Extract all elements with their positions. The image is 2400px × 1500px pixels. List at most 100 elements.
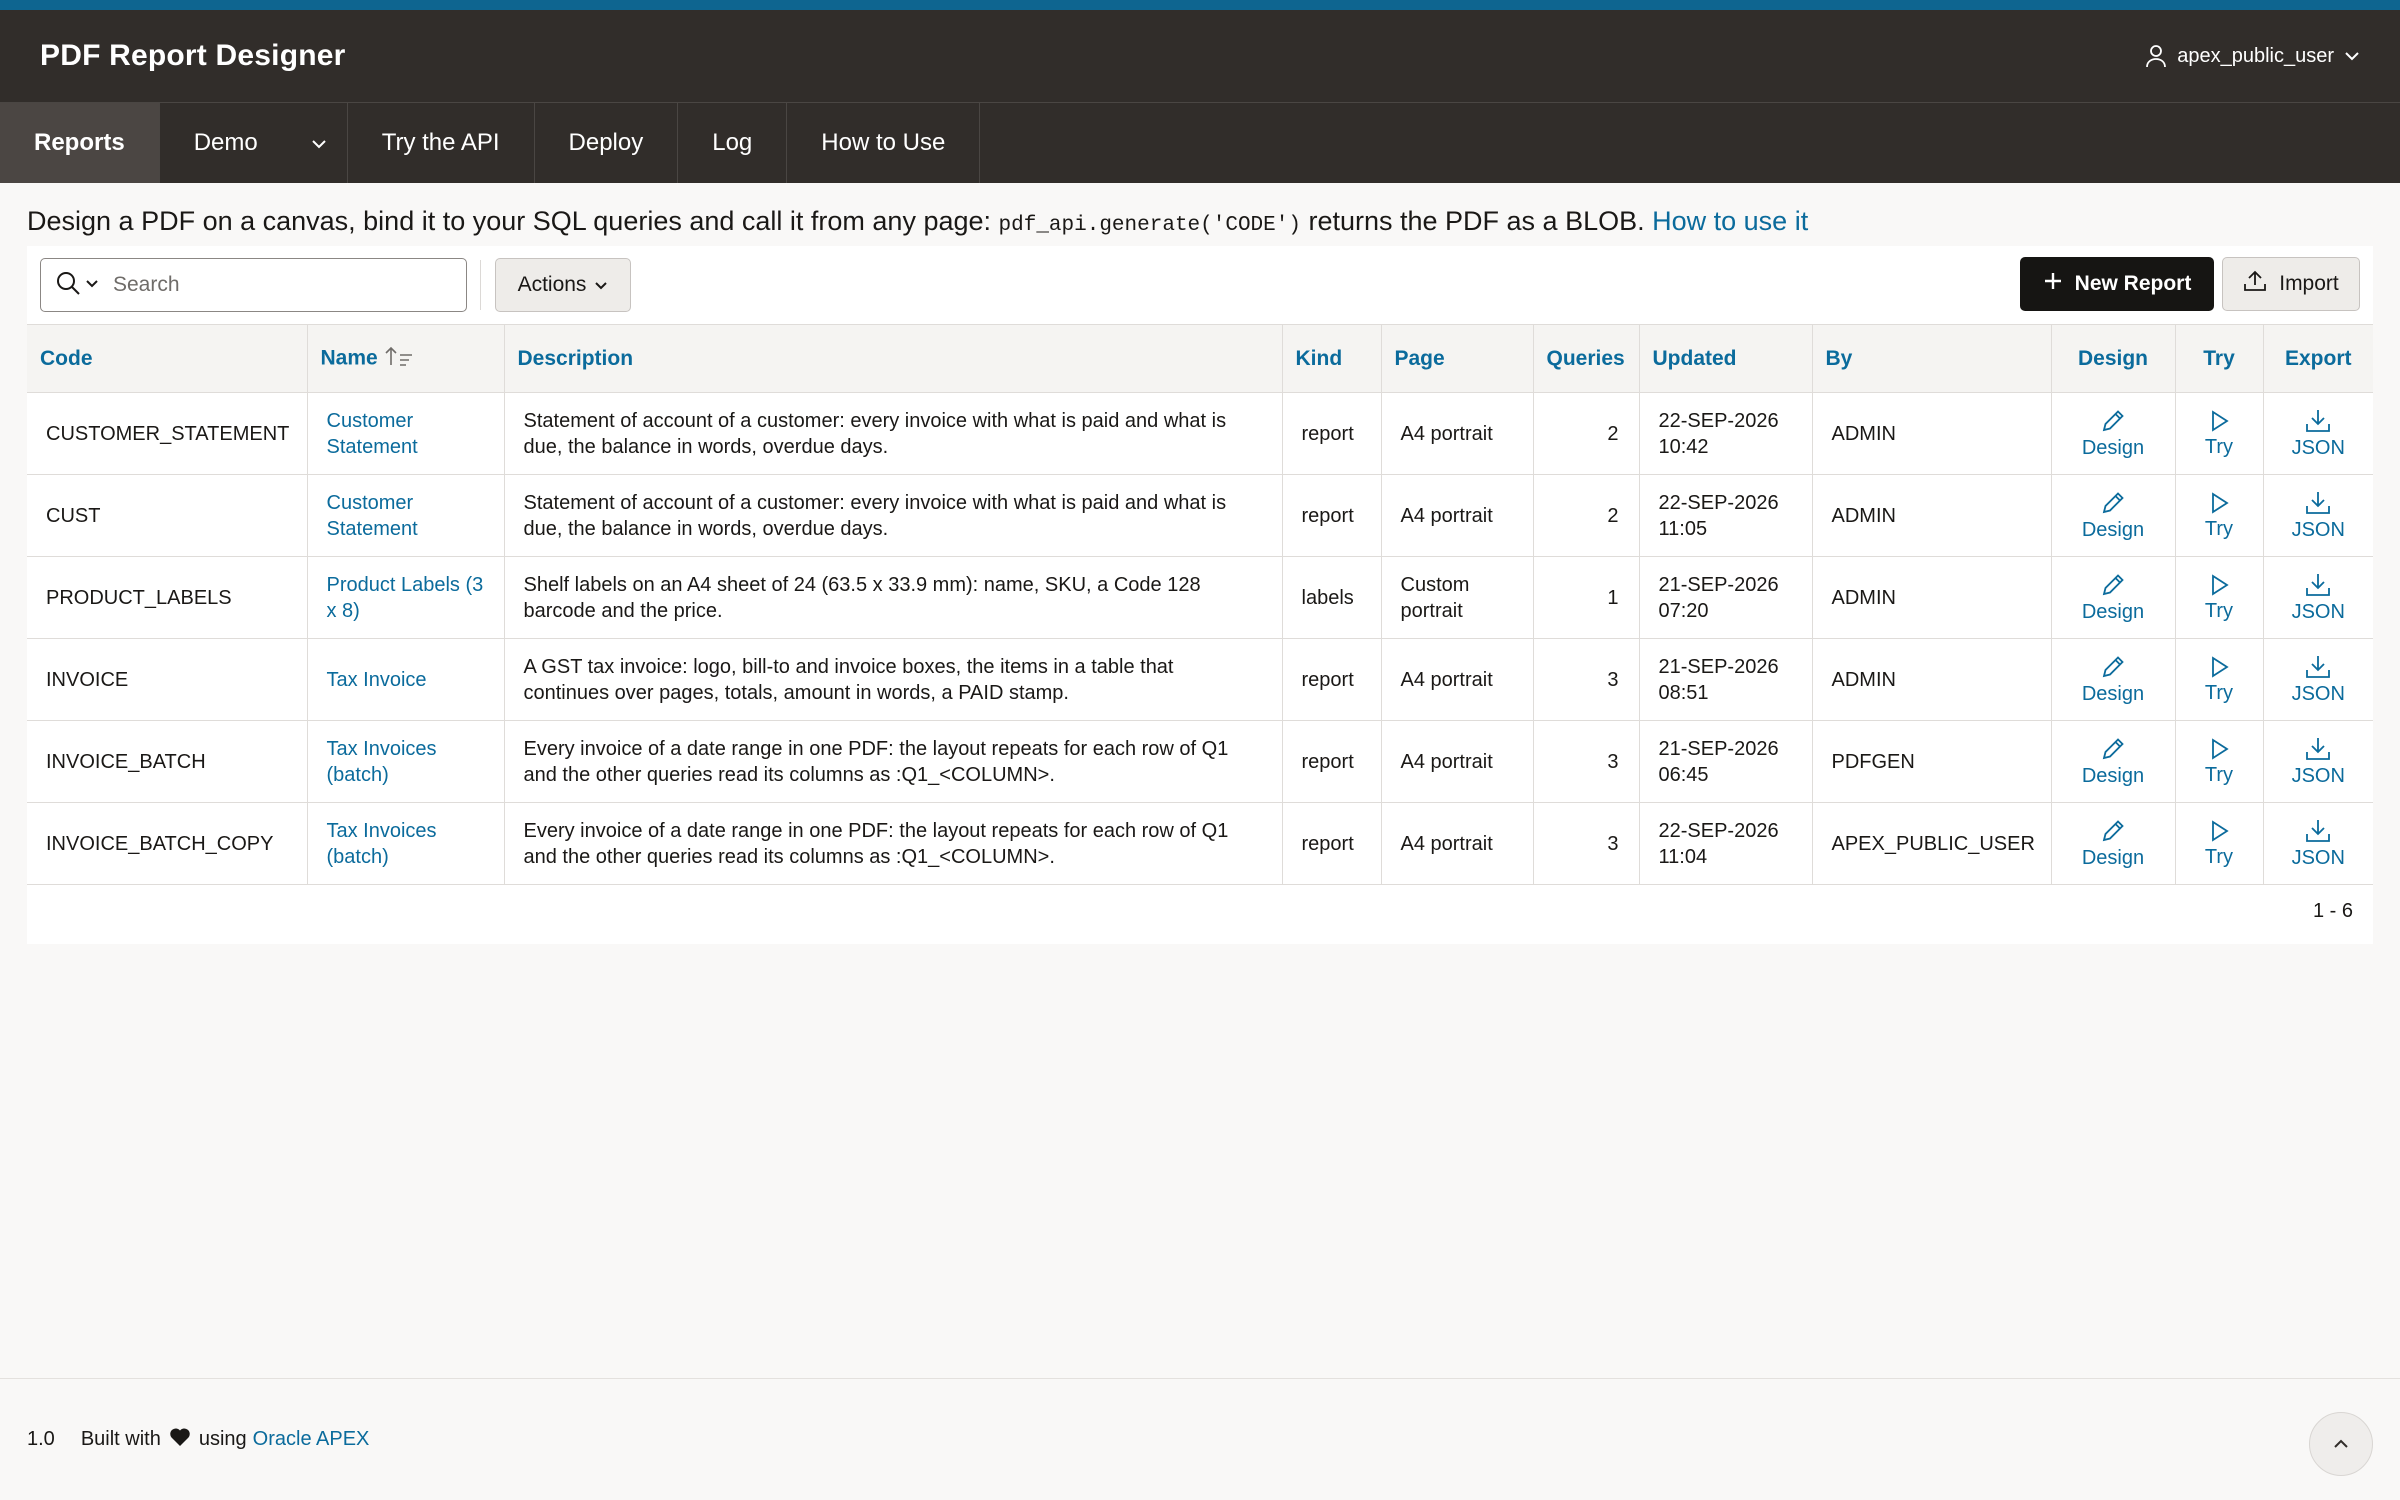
cell-page: A4 portrait (1381, 638, 1534, 721)
try-label: Try (2204, 845, 2234, 868)
nav-how-to-use-label: How to Use (821, 129, 946, 156)
col-header-label: Export (2284, 346, 2352, 370)
scroll-to-top-button[interactable] (2309, 1412, 2373, 1476)
export-json-link[interactable]: JSON (2292, 490, 2345, 542)
built-with-text: Built with (80, 1428, 161, 1450)
table-row: INVOICE_BATCH Tax Invoices (batch) Every i… (27, 720, 2373, 803)
cell-code: CUSTOMER_STATEMENT (27, 392, 308, 475)
reports-table: Code Name Description Kind Page Queries … (27, 324, 2373, 885)
table-header-row: Code Name Description Kind Page Queries … (27, 324, 2373, 393)
cell-page: A4 portrait (1381, 720, 1534, 803)
col-header-label: Name (320, 346, 378, 370)
try-link[interactable]: Try (2205, 655, 2233, 705)
cell-page: A4 portrait (1381, 392, 1534, 475)
nav-try-api-label: Try the API (381, 129, 500, 156)
export-label: JSON (2291, 518, 2345, 541)
design-link[interactable]: Design (2082, 572, 2144, 624)
report-toolbar: Actions New Report Import (27, 246, 2373, 324)
nav-deploy-label: Deploy (568, 129, 644, 156)
search-column-selector[interactable] (55, 270, 99, 301)
reports-table-body: CUSTOMER_STATEMENT Customer Statement Stat… (27, 392, 2373, 885)
cell-page: A4 portrait (1381, 474, 1534, 557)
nav-try-api[interactable]: Try the API (348, 103, 535, 183)
cell-export: JSON (2263, 556, 2373, 639)
cell-design: Design (2051, 392, 2176, 475)
export-json-link[interactable]: JSON (2292, 572, 2345, 624)
design-link[interactable]: Design (2082, 818, 2144, 870)
how-to-use-link[interactable]: How to use it (1652, 206, 1808, 236)
report-name-link[interactable]: Tax Invoices (batch) (327, 738, 437, 786)
reports-region: Actions New Report Import Code Name Desc… (27, 246, 2373, 944)
col-header-queries[interactable]: Queries (1533, 324, 1640, 393)
cell-updated: 22-SEP-2026 11:05 (1639, 474, 1813, 557)
report-name-link[interactable]: Customer Statement (327, 410, 418, 458)
cell-kind: report (1282, 474, 1382, 557)
export-json-link[interactable]: JSON (2292, 408, 2345, 460)
col-header-by[interactable]: By (1812, 324, 2052, 393)
search-icon (55, 270, 81, 301)
export-label: JSON (2291, 600, 2345, 623)
cell-name: Tax Invoices (batch) (307, 720, 505, 803)
cell-description: Statement of account of a customer: ever… (504, 474, 1283, 557)
try-link[interactable]: Try (2205, 819, 2233, 869)
export-json-link[interactable]: JSON (2292, 736, 2345, 788)
search-box[interactable] (40, 258, 467, 312)
actions-button[interactable]: Actions (495, 258, 631, 312)
new-report-button[interactable]: New Report (2020, 257, 2214, 311)
new-report-label: New Report (2074, 272, 2192, 295)
nav-reports[interactable]: Reports (0, 103, 160, 183)
play-icon (2208, 819, 2230, 845)
cell-description: Every invoice of a date range in one PDF… (504, 802, 1283, 885)
cell-try: Try (2175, 556, 2264, 639)
try-link[interactable]: Try (2205, 573, 2233, 623)
cell-queries: 3 (1533, 720, 1640, 803)
app-title[interactable]: PDF Report Designer (40, 39, 346, 73)
col-header-page[interactable]: Page (1381, 324, 1534, 393)
col-header-description[interactable]: Description (504, 324, 1283, 393)
col-header-label: Kind (1295, 346, 1343, 370)
design-link[interactable]: Design (2082, 736, 2144, 788)
report-name-link[interactable]: Customer Statement (327, 492, 418, 540)
oracle-apex-link[interactable]: Oracle APEX (253, 1428, 370, 1451)
pencil-icon (2100, 572, 2126, 600)
design-link[interactable]: Design (2082, 408, 2144, 460)
col-header-kind[interactable]: Kind (1282, 324, 1382, 393)
nav-demo[interactable]: Demo (160, 103, 348, 183)
col-header-code[interactable]: Code (27, 324, 308, 393)
try-link[interactable]: Try (2205, 737, 2233, 787)
design-link[interactable]: Design (2082, 490, 2144, 542)
cell-name: Customer Statement (307, 392, 505, 475)
nav-how-to-use[interactable]: How to Use (787, 103, 981, 183)
nav-log[interactable]: Log (678, 103, 788, 183)
export-json-link[interactable]: JSON (2292, 654, 2345, 706)
report-name-link[interactable]: Tax Invoices (batch) (327, 820, 437, 868)
cell-try: Try (2175, 474, 2264, 557)
app-header: PDF Report Designer apex_public_user (0, 10, 2400, 102)
search-input[interactable] (113, 273, 433, 297)
cell-code: INVOICE_BATCH_COPY (27, 802, 308, 885)
cell-export: JSON (2263, 638, 2373, 721)
download-icon (2304, 736, 2332, 764)
report-name-link[interactable]: Tax Invoice (327, 669, 427, 691)
pagination-info: 1 - 6 (2312, 900, 2353, 922)
design-link[interactable]: Design (2082, 654, 2144, 706)
cell-name: Customer Statement (307, 474, 505, 557)
import-button[interactable]: Import (2222, 257, 2360, 311)
download-icon (2304, 654, 2332, 682)
intro-text: Design a PDF on a canvas, bind it to you… (27, 206, 1808, 237)
col-header-name[interactable]: Name (307, 324, 505, 393)
cell-design: Design (2051, 720, 2176, 803)
cell-code: CUST (27, 474, 308, 557)
upload-icon (2243, 269, 2267, 299)
table-row: CUST Customer Statement Statement of accou… (27, 474, 2373, 557)
plus-icon (2043, 271, 2063, 297)
try-link[interactable]: Try (2205, 409, 2233, 459)
try-link[interactable]: Try (2205, 491, 2233, 541)
user-menu[interactable]: apex_public_user (2145, 44, 2360, 68)
col-header-updated[interactable]: Updated (1639, 324, 1813, 393)
nav-deploy[interactable]: Deploy (535, 103, 679, 183)
report-name-link[interactable]: Product Labels (3 x 8) (327, 574, 484, 622)
cell-kind: report (1282, 638, 1382, 721)
export-json-link[interactable]: JSON (2292, 818, 2345, 870)
nav-demo-label: Demo (193, 129, 258, 156)
